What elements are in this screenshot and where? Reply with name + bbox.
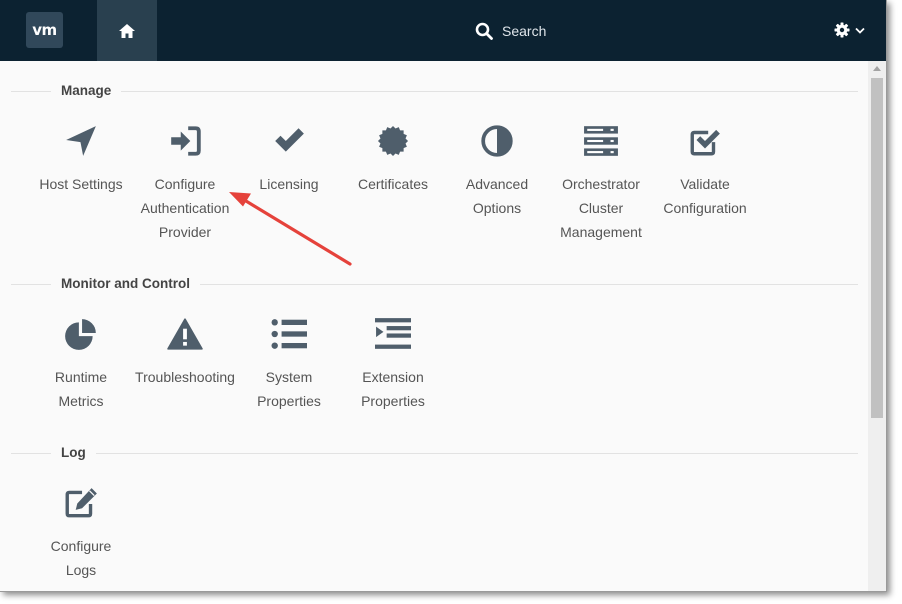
tile-label: Licensing <box>259 176 319 192</box>
pie-chart-icon <box>65 319 96 350</box>
tile-label: Validate Configuration <box>663 176 747 216</box>
home-button[interactable] <box>97 0 157 61</box>
tile-validate-configuration[interactable]: Validate Configuration <box>653 121 757 220</box>
tile-extension-properties[interactable]: Extension Properties <box>341 314 445 413</box>
tile-label: Host Settings <box>39 176 123 192</box>
tile-configure-authentication-provider[interactable]: Configure Authentication Provider <box>133 121 237 244</box>
list-icon <box>271 319 307 349</box>
check-square-icon <box>690 129 720 156</box>
tile-advanced-options[interactable]: Advanced Options <box>445 121 549 220</box>
chevron-down-icon <box>855 27 865 34</box>
tile-label: Certificates <box>357 176 429 192</box>
tile-label: Configure Authentication Provider <box>140 176 230 240</box>
edit-icon <box>65 488 97 518</box>
tile-orchestrator-cluster-management[interactable]: Orchestrator Cluster Management <box>549 121 653 244</box>
tile-label: Configure Logs <box>50 538 112 578</box>
tile-runtime-metrics[interactable]: Runtime Metrics <box>29 314 133 413</box>
top-navigation-bar: vm Search <box>0 0 886 61</box>
section-title-log: Log <box>51 444 96 462</box>
location-arrow-icon <box>66 126 96 156</box>
tile-label: System Properties <box>257 369 321 409</box>
home-icon <box>119 23 135 38</box>
app-window: vm Search Manage Host Settings Configure… <box>0 0 887 592</box>
scroll-up-arrow[interactable] <box>873 66 881 71</box>
certificate-icon <box>377 125 409 157</box>
search-icon <box>475 22 493 40</box>
vmware-logo[interactable]: vm <box>26 12 63 48</box>
section-divider-manage <box>11 91 858 92</box>
server-stack-icon <box>584 126 618 156</box>
tile-label: Runtime Metrics <box>54 369 108 409</box>
tile-licensing[interactable]: Licensing <box>237 121 341 196</box>
tile-label: Troubleshooting <box>135 369 235 385</box>
search-bar[interactable]: Search <box>475 20 546 42</box>
section-title-manage: Manage <box>51 82 122 100</box>
scrollbar-thumb[interactable] <box>871 78 883 418</box>
search-label: Search <box>502 23 547 39</box>
sign-in-icon <box>171 126 201 156</box>
settings-menu-button[interactable] <box>834 22 865 38</box>
section-title-monitor-and-control: Monitor and Control <box>51 275 200 293</box>
indent-list-icon <box>375 318 411 349</box>
tile-label: Orchestrator Cluster Management <box>560 176 642 240</box>
tile-label: Advanced Options <box>465 176 529 216</box>
tile-troubleshooting[interactable]: Troubleshooting <box>133 314 237 389</box>
gear-icon <box>834 22 850 38</box>
tile-system-properties[interactable]: System Properties <box>237 314 341 413</box>
tile-host-settings[interactable]: Host Settings <box>29 121 133 196</box>
tile-certificates[interactable]: Certificates <box>341 121 445 196</box>
warning-icon <box>167 318 203 350</box>
checkmark-icon <box>275 128 304 152</box>
tile-configure-logs[interactable]: Configure Logs <box>29 483 133 582</box>
tile-label: Extension Properties <box>361 369 425 409</box>
half-circle-icon <box>481 125 513 157</box>
section-divider-log <box>11 453 858 454</box>
